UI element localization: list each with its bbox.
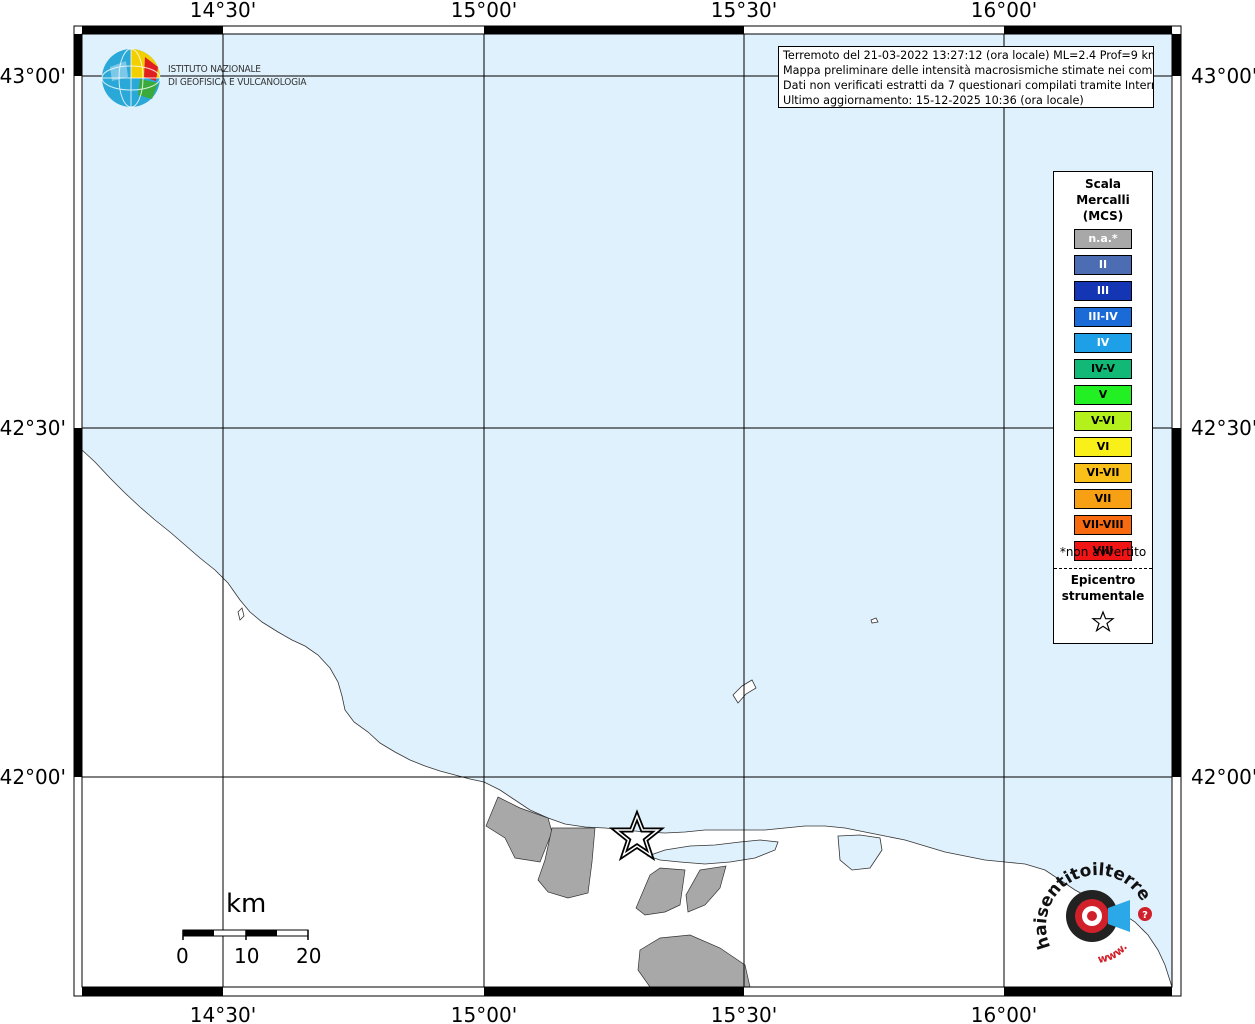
- legend-item-9: VI-VII: [1074, 463, 1132, 483]
- legend-title-2: Mercalli: [1076, 193, 1130, 207]
- info-line-1: Terremoto del 21-03-2022 13:27:12 (ora l…: [783, 49, 1154, 62]
- legend-title-1: Scala: [1084, 177, 1122, 191]
- lat-right-1: 43°00': [1191, 64, 1255, 88]
- mcs-legend: Scala Mercalli (MCS) n.a.* II III III-IV IV I…: [1053, 171, 1153, 644]
- hst-logo: haisentitoilterremoto.it www. ?: [1021, 847, 1160, 974]
- scalebar-tick-0: 0: [176, 944, 189, 968]
- lon-bottom-2: 15°00': [451, 1003, 517, 1024]
- legend-item-8: VI: [1074, 437, 1132, 457]
- info-line-3: Dati non verificati estratti da 7 questi…: [783, 79, 1154, 92]
- lon-bottom-4: 16°00': [971, 1003, 1037, 1024]
- lon-top-2: 15°00': [451, 0, 517, 22]
- legend-item-5: IV-V: [1074, 359, 1132, 379]
- lon-top-1: 14°30': [190, 0, 256, 22]
- legend-item-0: n.a.*: [1074, 229, 1132, 249]
- legend-epicenter-1: Epicentro: [1070, 573, 1136, 587]
- target-icon: [1066, 890, 1130, 942]
- info-line-4: Ultimo aggiornamento: 15-12-2025 10:36 (…: [783, 94, 1084, 107]
- lat-right-3: 42°00': [1191, 765, 1255, 789]
- svg-text:?: ?: [1142, 910, 1148, 921]
- logo-line-2: DI GEOFISICA E VULCANOLOGIA: [168, 77, 307, 88]
- legend-item-7: V-VI: [1074, 411, 1132, 431]
- hst-www: www.: [1097, 941, 1130, 966]
- globe-icon: [101, 48, 161, 108]
- scalebar-tick-10: 10: [234, 944, 260, 968]
- svg-text:www.: www.: [1097, 941, 1130, 966]
- legend-epicenter-2: strumentale: [1061, 589, 1145, 603]
- info-line-2: Mappa preliminare delle intensità macros…: [783, 64, 1154, 77]
- legend-title-3: (MCS): [1082, 209, 1124, 223]
- legend-separator: [1054, 568, 1152, 569]
- ingv-logo: ISTITUTO NAZIONALE DI GEOFISICA E VULCAN…: [100, 47, 330, 111]
- scalebar-tick-20: 20: [296, 944, 322, 968]
- legend-item-6: V: [1074, 385, 1132, 405]
- lon-bottom-1: 14°30': [190, 1003, 256, 1024]
- lat-left-2: 42°30': [0, 416, 66, 440]
- logo-line-1: ISTITUTO NAZIONALE: [168, 64, 261, 75]
- lat-left-1: 43°00': [0, 64, 66, 88]
- legend-items: n.a.* II III III-IV IV IV-V V V-VI VI VI-VII VII VI…: [1074, 229, 1132, 567]
- lon-top-3: 15°30': [711, 0, 777, 22]
- legend-star-icon: [1091, 610, 1115, 633]
- legend-item-1: II: [1074, 255, 1132, 275]
- lon-top-4: 16°00': [971, 0, 1037, 22]
- lon-bottom-3: 15°30': [711, 1003, 777, 1024]
- lat-left-3: 42°00': [0, 765, 66, 789]
- scalebar-unit: km: [226, 889, 267, 919]
- legend-item-4: IV: [1074, 333, 1132, 353]
- legend-item-3: III-IV: [1074, 307, 1132, 327]
- earthquake-info-box: Terremoto del 21-03-2022 13:27:12 (ora l…: [778, 46, 1154, 108]
- question-icon: ?: [1138, 907, 1152, 921]
- lat-right-2: 42°30': [1191, 416, 1255, 440]
- legend-item-2: III: [1074, 281, 1132, 301]
- legend-note: *non avvertito: [1059, 545, 1147, 559]
- legend-item-10: VII: [1074, 489, 1132, 509]
- legend-item-11: VII-VIII: [1074, 515, 1132, 535]
